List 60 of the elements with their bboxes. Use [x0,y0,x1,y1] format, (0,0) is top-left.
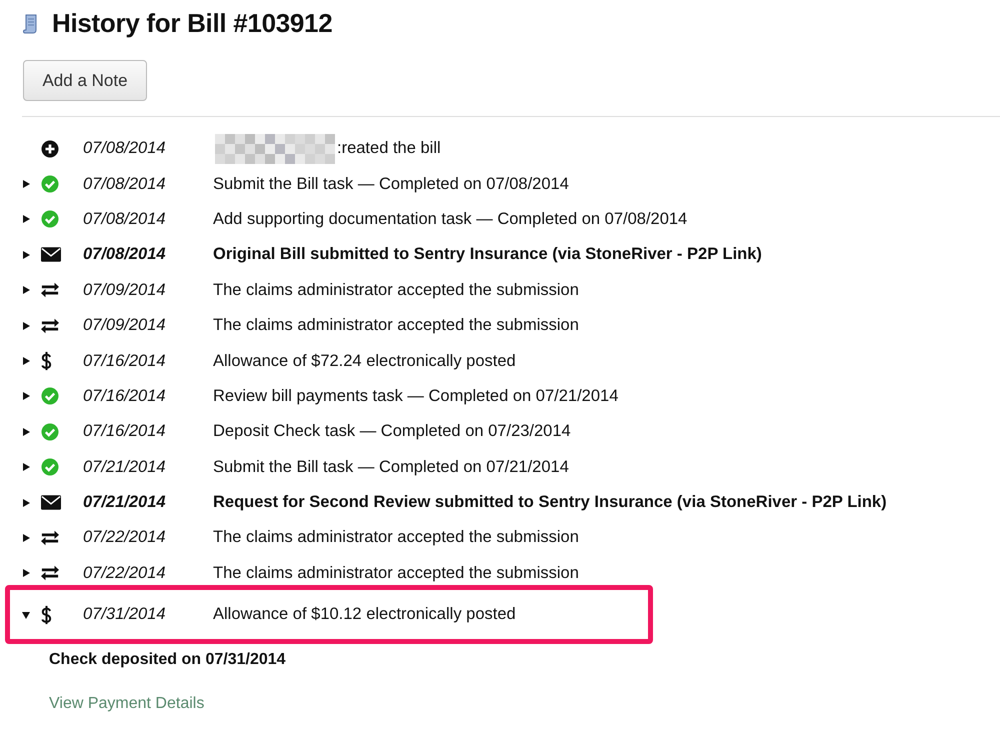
event-description: Allowance of $10.12 electronically posted [213,605,516,624]
plus-circle-icon [41,140,59,158]
collapsed-triangle-icon[interactable] [22,215,30,224]
event-description: The claims administrator accepted the submission [213,564,579,583]
collapsed-triangle-icon[interactable] [22,392,30,400]
event-date: 07/21/2014 [83,458,167,477]
envelope-icon [41,247,61,262]
expanded-triangle-icon[interactable] [22,610,30,619]
event-date: 07/08/2014 [83,139,167,158]
check-circle-icon [41,387,59,406]
transfer-arrows-icon [41,281,59,300]
event-description: Review bill payments task — Completed on 07/21/2014 [213,386,618,406]
check-circle-icon [41,422,59,441]
event-description: Request for Second Review submitted to Sentry Insurance (via StoneRiver - P2P Link) [213,493,887,512]
transfer-arrows-icon [41,564,59,582]
view-payment-details-link[interactable]: View Payment Details [49,695,204,714]
transfer-arrows-icon [41,528,59,547]
collapsed-triangle-icon[interactable] [22,428,30,436]
scroll-icon [22,14,38,34]
event-description: The claims administrator accepted the submission [213,528,579,548]
event-description: Original Bill submitted to Sentry Insurance (via StoneRiver - P2P Link) [213,245,762,264]
add-note-button[interactable]: Add a Note [23,60,147,101]
event-date: 07/08/2014 [83,245,167,264]
event-description: Submit the Bill task — Completed on 07/08/2014 [213,174,569,194]
dollar-icon [41,604,52,625]
event-description: The claims administrator accepted the submission [213,316,579,336]
event-date: 07/09/2014 [83,280,167,300]
event-date: 07/16/2014 [83,352,167,371]
collapsed-triangle-icon[interactable] [22,569,30,578]
detail-heading: Check deposited on 07/31/2014 [49,651,287,670]
collapsed-triangle-icon[interactable] [22,322,30,330]
event-date: 07/08/2014 [83,174,167,194]
collapsed-triangle-icon[interactable] [22,534,30,542]
check-circle-icon [41,210,59,228]
collapsed-triangle-icon[interactable] [22,250,30,259]
collapsed-triangle-icon[interactable] [22,463,30,472]
dollar-icon [41,351,52,372]
transfer-arrows-icon [41,316,59,335]
event-description: Add supporting documentation task — Completed on 07/08/2014 [213,210,688,229]
collapsed-triangle-icon[interactable] [22,180,30,188]
event-date: 07/21/2014 [83,493,167,512]
page-title: History for Bill #103912 [52,8,332,39]
event-date: 07/08/2014 [83,210,167,229]
event-date: 07/16/2014 [83,422,167,442]
event-description: Allowance of $72.24 electronically posted [213,352,516,371]
check-circle-icon [41,175,59,194]
event-description: :reated the bill [337,139,441,158]
collapsed-triangle-icon[interactable] [22,357,30,366]
check-circle-icon [41,458,59,476]
collapsed-triangle-icon[interactable] [22,286,30,294]
event-date: 07/22/2014 [83,528,167,548]
collapsed-triangle-icon[interactable] [22,498,30,507]
event-date: 07/16/2014 [83,386,167,406]
event-description: Submit the Bill task — Completed on 07/21/2014 [213,458,569,477]
event-description: Deposit Check task — Completed on 07/23/2014 [213,422,571,442]
event-date: 07/22/2014 [83,564,167,583]
event-date: 07/09/2014 [83,316,167,336]
envelope-icon [41,495,61,510]
event-description: The claims administrator accepted the submission [213,280,579,300]
event-date: 07/31/2014 [83,605,167,624]
